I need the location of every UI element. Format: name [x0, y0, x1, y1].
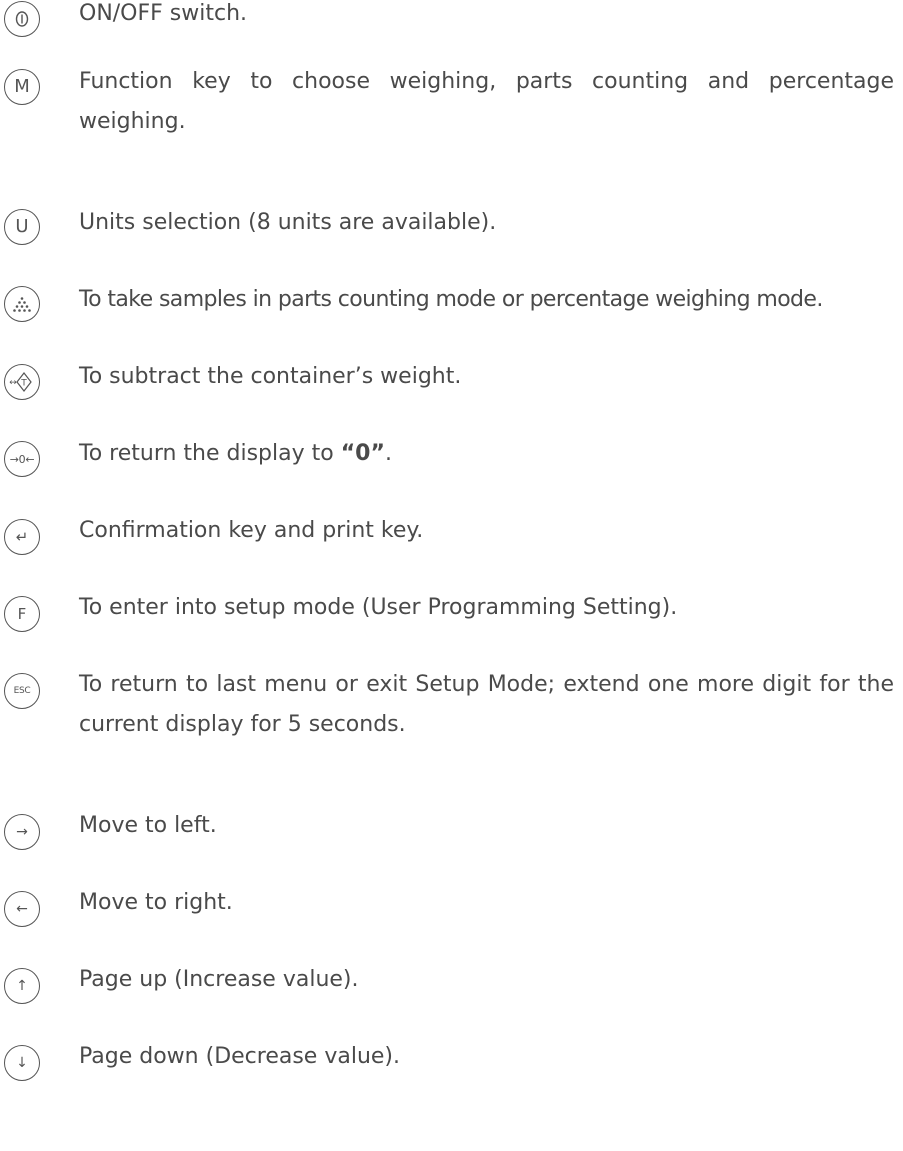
description-text: To return the display to: [79, 441, 341, 466]
arrow-right-icon: →: [4, 814, 40, 850]
key-description: To subtract the container’s weight.: [79, 364, 462, 389]
arrow-down-icon: ↓: [4, 1045, 40, 1081]
arrow-left-icon: ←: [4, 891, 40, 927]
key-description: To take samples in parts counting mode o…: [79, 287, 823, 312]
zero-icon: →0←: [4, 441, 40, 477]
mode-icon: M: [4, 69, 40, 105]
key-description: Move to right.: [79, 890, 233, 915]
key-description: ON/OFF switch.: [79, 1, 248, 26]
arrow-up-icon: ↑: [4, 968, 40, 1004]
escape-icon: ESC: [4, 673, 40, 709]
tare-icon: T ↔: [4, 364, 40, 400]
key-description: Move to left.: [79, 813, 217, 838]
key-description: To return the display to “0”.: [79, 434, 894, 474]
svg-text:↔: ↔: [9, 378, 17, 388]
key-description: Units selection (8 units are available).: [79, 210, 497, 235]
key-description: Page down (Decrease value).: [79, 1044, 400, 1069]
zero-value: “0”: [340, 441, 385, 466]
key-description: Page up (Increase value).: [79, 967, 359, 992]
key-description: Function key to choose weighing, parts c…: [79, 69, 894, 134]
units-icon: U: [4, 209, 40, 245]
sample-icon: [4, 286, 40, 322]
key-description: Confirmation key and print key.: [79, 518, 424, 543]
power-icon: [4, 1, 40, 37]
enter-icon: ↵: [4, 519, 40, 555]
description-end: .: [384, 441, 392, 466]
svg-text:T: T: [20, 379, 27, 389]
key-description: To enter into setup mode (User Programmi…: [79, 595, 678, 620]
key-description: To return to last menu or exit Setup Mod…: [79, 672, 894, 737]
function-icon: F: [4, 596, 40, 632]
